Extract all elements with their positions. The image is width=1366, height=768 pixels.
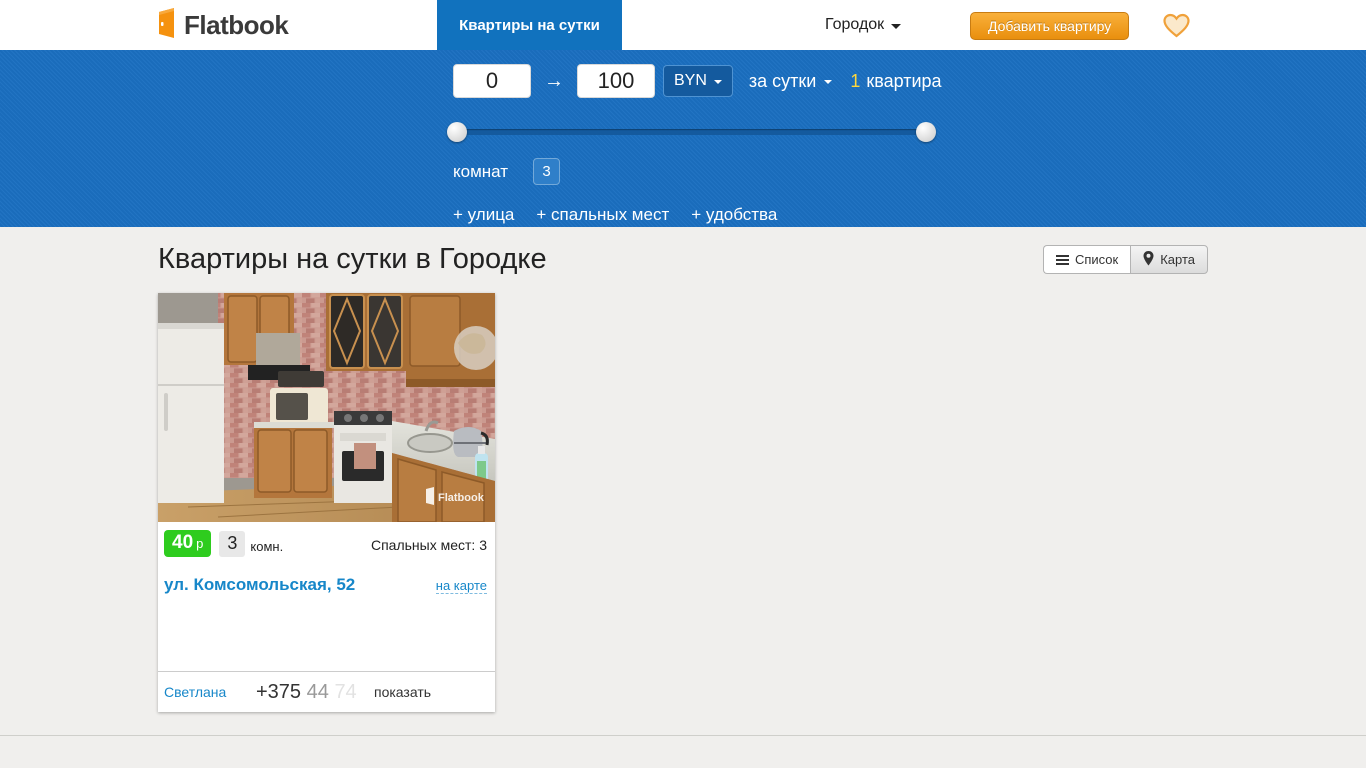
slider-handle-min[interactable] [447, 122, 467, 142]
rooms-label: комнат [453, 162, 508, 182]
listing-card: Flatbook 40р 3 комн. Спальных мест: 3 ул… [158, 293, 495, 712]
price-min-input[interactable] [453, 64, 531, 98]
slider-track[interactable] [453, 129, 930, 135]
period-label: за сутки [749, 71, 816, 92]
tab-daily-apartments[interactable]: Квартиры на сутки [437, 0, 622, 50]
arrow-right-icon: → [544, 70, 564, 93]
top-navbar: Flatbook Квартиры на сутки Городок Добав… [0, 0, 1366, 50]
results-number: 1 [850, 71, 860, 91]
photo-watermark: Flatbook [438, 492, 485, 504]
page-title: Квартиры на сутки в Городке [158, 243, 547, 276]
add-street-filter-link[interactable]: + улица [453, 205, 514, 225]
page-footer [0, 735, 1366, 759]
show-phone-link[interactable]: показать [374, 684, 431, 700]
view-map-label: Карта [1160, 252, 1195, 267]
beds-count-label: Спальных мест: 3 [371, 537, 487, 553]
add-amenities-filter-link[interactable]: + удобства [691, 205, 777, 225]
price-range-slider [453, 122, 930, 142]
price-max-input[interactable] [577, 64, 655, 98]
add-beds-filter-link[interactable]: + спальных мест [536, 205, 669, 225]
city-dropdown[interactable]: Городок [825, 0, 901, 50]
rooms-suffix-label: комн. [250, 539, 283, 554]
brand-logo[interactable]: Flatbook [155, 0, 288, 50]
list-icon [1056, 255, 1069, 265]
view-list-button[interactable]: Список [1043, 245, 1130, 274]
results-word: квартира [866, 71, 941, 91]
show-on-map-link[interactable]: на карте [436, 578, 487, 594]
currency-label: BYN [674, 72, 707, 90]
view-map-button[interactable]: Карта [1130, 245, 1208, 274]
listing-photo[interactable]: Flatbook [158, 293, 495, 522]
map-pin-icon [1143, 251, 1154, 269]
results-count: 1 квартира [850, 71, 941, 92]
slider-handle-max[interactable] [916, 122, 936, 142]
owner-name-link[interactable]: Светлана [164, 684, 256, 700]
chevron-down-icon [714, 80, 722, 84]
city-dropdown-label: Городок [825, 16, 884, 34]
rooms-filter-button[interactable]: 3 [533, 158, 560, 185]
door-icon [155, 7, 177, 44]
phone-number: +375 44 74 [256, 681, 374, 704]
view-toggle-group: Список Карта [1043, 245, 1208, 274]
filter-panel: → BYN за сутки 1 квартира [0, 50, 1366, 227]
currency-dropdown[interactable]: BYN [663, 65, 733, 97]
price-badge: 40р [164, 530, 211, 557]
view-list-label: Список [1075, 252, 1118, 267]
favorites-heart-icon[interactable] [1163, 13, 1190, 43]
period-dropdown[interactable]: за сутки [749, 71, 832, 92]
card-spacer [158, 595, 495, 671]
rooms-count-badge: 3 [219, 531, 245, 557]
listing-address-link[interactable]: ул. Комсомольская, 52 [164, 575, 355, 595]
brand-name: Flatbook [184, 10, 288, 41]
add-apartment-button[interactable]: Добавить квартиру [970, 12, 1129, 40]
chevron-down-icon [891, 24, 901, 29]
chevron-down-icon [824, 80, 832, 84]
